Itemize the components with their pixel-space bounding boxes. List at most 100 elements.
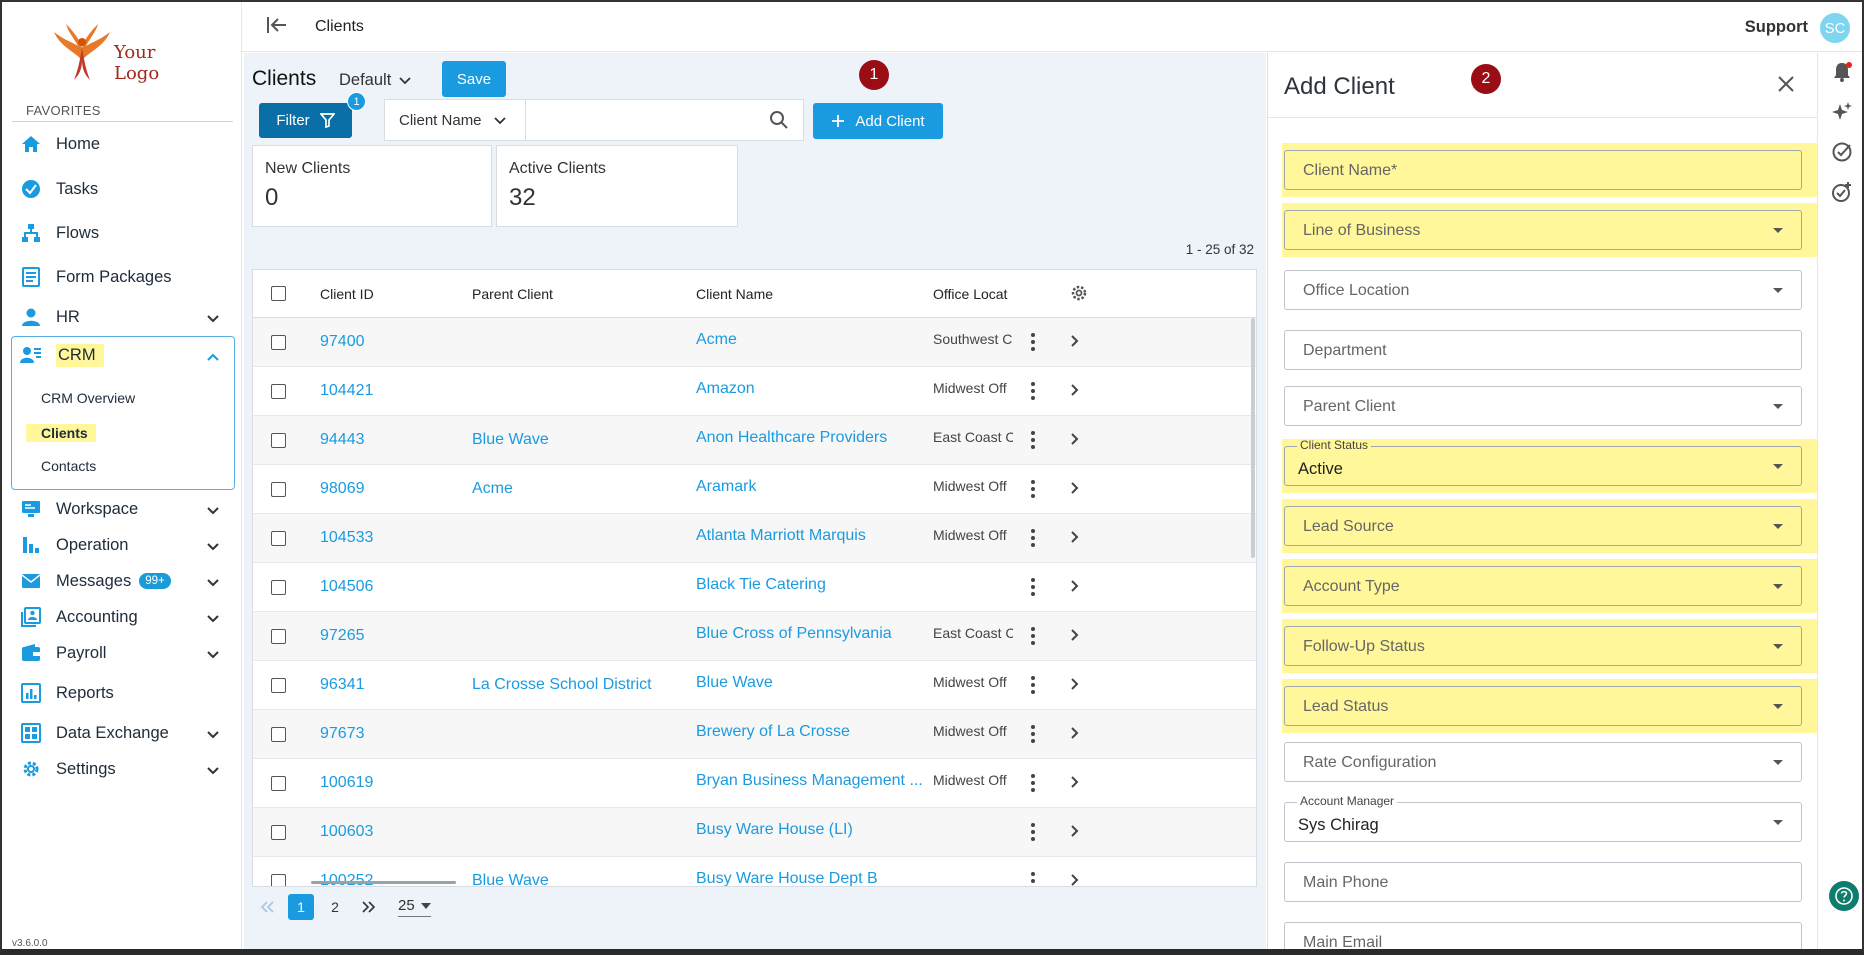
parent-client-link[interactable]: La Crosse School District [472,676,682,694]
row-checkbox[interactable] [271,335,286,350]
row-checkbox[interactable] [271,825,286,840]
column-settings-gear-icon[interactable] [1069,283,1089,308]
row-checkbox[interactable] [271,678,286,693]
row-checkbox[interactable] [271,482,286,497]
sidebar-item-form-packages[interactable]: Form Packages [12,259,234,295]
last-page-button[interactable] [356,894,382,920]
sidebar-item-settings[interactable]: Settings [12,751,234,787]
row-checkbox[interactable] [271,531,286,546]
more-vert-icon[interactable] [1031,823,1035,844]
page-button-2[interactable]: 2 [322,894,348,920]
row-checkbox[interactable] [271,629,286,644]
sidebar-item-operation[interactable]: Operation [12,527,234,563]
horizontal-scrollbar[interactable] [311,881,456,884]
client-name-link[interactable]: Busy Ware House Dept B [696,870,926,886]
row-checkbox[interactable] [271,580,286,595]
chevron-right-icon[interactable] [1070,579,1079,598]
more-vert-icon[interactable] [1031,676,1035,697]
chevron-right-icon[interactable] [1070,726,1079,745]
sidebar-subitem-contacts[interactable]: Contacts [41,458,96,474]
check-plus-icon[interactable] [1831,181,1853,208]
page-size-select[interactable]: 25 [398,897,431,917]
row-checkbox[interactable] [271,874,286,886]
search-field-selector[interactable]: Client Name [399,112,506,129]
more-vert-icon[interactable] [1031,774,1035,795]
sidebar-item-accounting[interactable]: Accounting [12,599,234,635]
client-name-link[interactable]: Brewery of La Crosse [696,723,926,741]
client-id-link[interactable]: 100603 [320,823,373,841]
column-header-parent-client[interactable]: Parent Client [472,286,553,302]
filter-button[interactable]: Filter [259,103,352,138]
column-header-client-id[interactable]: Client ID [320,286,374,302]
row-checkbox[interactable] [271,727,286,742]
sidebar-item-payroll[interactable]: Payroll [12,635,234,671]
support-link[interactable]: Support [1745,18,1808,37]
client-name-link[interactable]: Atlanta Marriott Marquis [696,527,926,545]
more-vert-icon[interactable] [1031,578,1035,599]
client-id-link[interactable]: 97400 [320,333,365,351]
client-name-link[interactable]: Black Tie Catering [696,576,926,594]
bell-icon[interactable] [1831,61,1853,88]
main-phone-field[interactable]: Main Phone [1284,862,1802,902]
chevron-right-icon[interactable] [1070,873,1079,886]
parent-client-link[interactable]: Blue Wave [472,431,682,449]
collapse-sidebar-icon[interactable] [266,15,288,40]
department-field[interactable]: Department [1284,330,1802,370]
parent-client-select[interactable]: Parent Client [1284,386,1802,426]
client-name-field[interactable]: Client Name* [1284,150,1802,190]
sidebar-item-tasks[interactable]: Tasks [12,171,234,207]
column-header-office-location[interactable]: Office Locat [933,286,1007,302]
logo[interactable]: Your Logo [52,20,202,84]
client-id-link[interactable]: 104506 [320,578,373,596]
check-circle-icon[interactable] [1831,141,1853,168]
view-selector[interactable]: Default [339,71,411,90]
chevron-right-icon[interactable] [1070,530,1079,549]
client-name-link[interactable]: Busy Ware House (LI) [696,821,926,839]
chevron-right-icon[interactable] [1070,628,1079,647]
client-id-link[interactable]: 94443 [320,431,365,449]
search-input[interactable] [533,108,753,132]
rate-configuration-select[interactable]: Rate Configuration [1284,742,1802,782]
page-button-1[interactable]: 1 [288,894,314,920]
client-id-link[interactable]: 98069 [320,480,365,498]
row-checkbox[interactable] [271,433,286,448]
chevron-right-icon[interactable] [1070,334,1079,353]
first-page-button[interactable] [254,894,280,920]
table-row[interactable]: 97400 Acme Southwest C [253,318,1256,367]
sidebar-item-crm[interactable]: CRM [12,337,234,373]
line-of-business-select[interactable]: Line of Business [1284,210,1802,250]
sidebar-subitem-clients[interactable]: Clients [26,424,96,442]
main-email-field[interactable]: Main Email [1284,922,1802,949]
close-icon[interactable] [1777,75,1795,98]
save-button[interactable]: Save [442,61,506,97]
sidebar-item-messages[interactable]: Messages 99+ [12,563,234,599]
search-icon[interactable] [769,110,789,135]
client-name-link[interactable]: Acme [696,331,926,349]
table-row[interactable]: 100603 Busy Ware House (LI) [253,808,1256,857]
row-checkbox[interactable] [271,776,286,791]
lead-status-select[interactable]: Lead Status [1284,686,1802,726]
help-icon[interactable] [1829,881,1859,911]
lead-source-select[interactable]: Lead Source [1284,506,1802,546]
add-client-button[interactable]: Add Client [813,103,943,139]
table-row[interactable]: 97265 Blue Cross of Pennsylvania East Coas… [253,612,1256,661]
sidebar-item-flows[interactable]: Flows [12,215,234,251]
parent-client-link[interactable]: Blue Wave [472,872,682,886]
table-row[interactable]: 104421 Amazon Midwest Off [253,367,1256,416]
chevron-right-icon[interactable] [1070,824,1079,843]
table-row[interactable]: 98069 Acme Aramark Midwest Off [253,465,1256,514]
follow-up-status-select[interactable]: Follow-Up Status [1284,626,1802,666]
more-vert-icon[interactable] [1031,529,1035,550]
client-id-link[interactable]: 104533 [320,529,373,547]
sidebar-item-home[interactable]: Home [12,126,234,162]
account-type-select[interactable]: Account Type [1284,566,1802,606]
client-id-link[interactable]: 104421 [320,382,373,400]
chevron-right-icon[interactable] [1070,677,1079,696]
stat-card-new-clients[interactable]: New Clients 0 [252,145,492,227]
client-id-link[interactable]: 97265 [320,627,365,645]
more-vert-icon[interactable] [1031,480,1035,501]
column-header-client-name[interactable]: Client Name [696,286,773,302]
client-name-link[interactable]: Aramark [696,478,926,496]
client-name-link[interactable]: Blue Wave [696,674,926,692]
more-vert-icon[interactable] [1031,382,1035,403]
